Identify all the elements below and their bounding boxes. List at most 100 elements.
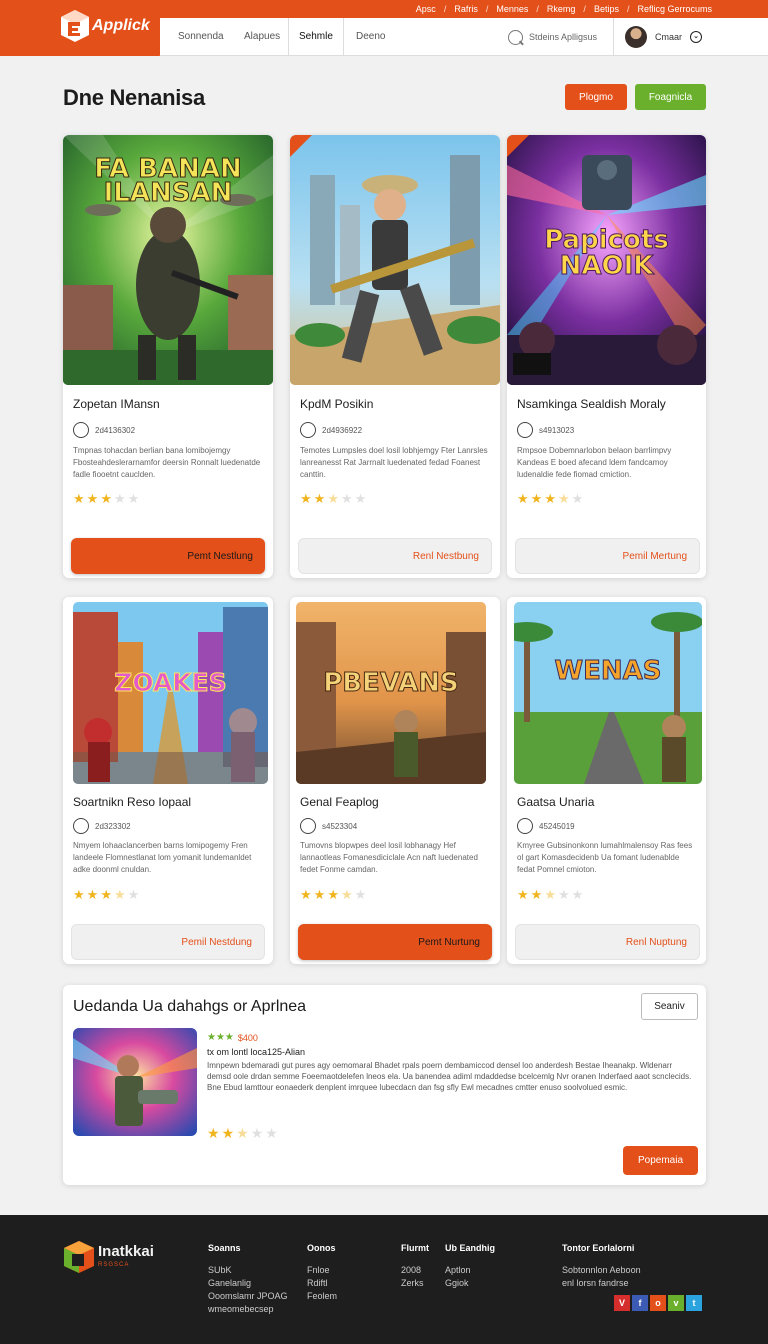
top-link[interactable]: Reflicg Gerrocums bbox=[637, 4, 712, 14]
top-link[interactable]: Apsc bbox=[416, 4, 436, 14]
featured-description: Imnpewn bdemaradi gut pures agy oemomara… bbox=[207, 1061, 692, 1092]
footer-link[interactable]: Zerks bbox=[401, 1277, 429, 1290]
footer-link[interactable]: Feolem bbox=[307, 1290, 337, 1303]
top-link[interactable]: Mennes bbox=[496, 4, 528, 14]
game-description: Kmyree Gubsinonkonn lumahlmalensoy Ras f… bbox=[517, 841, 693, 874]
footer-link[interactable]: 2008 bbox=[401, 1264, 429, 1277]
featured-search-button[interactable]: Seaniv bbox=[641, 993, 698, 1020]
radio-icon[interactable] bbox=[73, 818, 89, 834]
game-card[interactable]: ZOAKES Soartnikn Reso Iopaal 2d323302 Nm… bbox=[63, 597, 273, 964]
game-art bbox=[290, 135, 500, 385]
game-description: Rmpsoe Dobemnarlobon belaon barrlimpvy K… bbox=[517, 446, 672, 479]
instagram-icon[interactable]: o bbox=[650, 1295, 666, 1311]
game-thumbnail[interactable]: FA BANAN ILANSAN bbox=[63, 135, 273, 385]
star-icon: ★ bbox=[571, 887, 584, 902]
page-title: Dne Nenanisa bbox=[63, 85, 205, 110]
radio-icon[interactable] bbox=[73, 422, 89, 438]
radio-icon[interactable] bbox=[300, 818, 316, 834]
game-title[interactable]: Genal Feaplog bbox=[300, 795, 379, 809]
game-art bbox=[514, 602, 702, 784]
featured-subtitle: tx om lontl loca125-Alian bbox=[207, 1047, 306, 1057]
star-icon: ★ bbox=[86, 887, 99, 902]
top-link[interactable]: Betips bbox=[594, 4, 619, 14]
game-meta: s4523304 bbox=[300, 818, 357, 834]
footer-column: Flurmt 2008 Zerks bbox=[401, 1242, 429, 1290]
footer-link[interactable]: Aptlon bbox=[445, 1264, 495, 1277]
star-icon: ★ bbox=[265, 1125, 278, 1141]
radio-icon[interactable] bbox=[517, 818, 533, 834]
nav-item-sehmle[interactable]: Sehmle bbox=[288, 18, 344, 55]
footer: Inatkkai RSGSCA Soanns SUbK Ganelanlig O… bbox=[0, 1215, 768, 1344]
game-title[interactable]: Gaatsa Unaria bbox=[517, 795, 594, 809]
footer-column: Soanns SUbK Ganelanlig Ooomslamr JPOAG w… bbox=[208, 1242, 288, 1316]
game-title[interactable]: Soartnikn Reso Iopaal bbox=[73, 795, 191, 809]
game-description: Tumovns blopwpes deel losil lobhanagy He… bbox=[300, 841, 478, 874]
nav-item-alapues[interactable]: Alapues bbox=[244, 18, 280, 55]
game-description: Nmyem lohaaclancerben barns lomipogemy F… bbox=[73, 841, 252, 874]
star-icon: ★ bbox=[100, 491, 112, 506]
footer-link[interactable]: Ganelanlig bbox=[208, 1277, 288, 1290]
star-icon: ★ bbox=[221, 1125, 235, 1141]
footer-link[interactable]: Ggiok bbox=[445, 1277, 495, 1290]
game-thumbnail[interactable]: WENAS bbox=[514, 602, 702, 784]
game-thumbnail[interactable]: ZOAKES bbox=[73, 602, 268, 784]
game-thumbnail[interactable]: Papicots NAOIK bbox=[507, 135, 706, 385]
footer-link[interactable]: Sobtonnlon Aeboon bbox=[562, 1264, 641, 1277]
game-code: s4523304 bbox=[322, 821, 358, 831]
footer-column: Oonos Fnloe Rdiftl Feolem bbox=[307, 1242, 337, 1303]
featured-thumbnail[interactable] bbox=[73, 1028, 197, 1136]
game-meta: s4913023 bbox=[517, 422, 574, 438]
top-link[interactable]: Rkemg bbox=[547, 4, 576, 14]
star-icon: ★ bbox=[127, 491, 140, 506]
star-icon: ★ bbox=[300, 887, 312, 902]
top-link[interactable]: Rafris bbox=[454, 4, 478, 14]
game-card[interactable]: KpdM Posikin 2d4936922 Temotes Lumpsles … bbox=[290, 135, 500, 578]
facebook-icon[interactable]: f bbox=[632, 1295, 648, 1311]
user-name: Cmaar bbox=[655, 32, 683, 42]
star-icon: ★ bbox=[313, 887, 326, 902]
star-icon: ★ bbox=[544, 491, 556, 506]
nav-item-deeno[interactable]: Deeno bbox=[356, 18, 385, 55]
primary-action-button[interactable]: Plogmo bbox=[565, 84, 627, 110]
game-card[interactable]: PBEVANS Genal Feaplog s4523304 Tumovns b… bbox=[290, 597, 500, 964]
game-action-button[interactable]: Renl Nestbung bbox=[298, 538, 492, 574]
star-icon: ★ bbox=[340, 491, 353, 506]
star-icon: ★ bbox=[73, 491, 85, 506]
footer-column: Tontor Eorlalorni Sobtonnlon Aeboon enl … bbox=[562, 1242, 641, 1290]
chevron-down-icon[interactable]: ⌄ bbox=[690, 31, 703, 43]
game-code: 2d4136302 bbox=[95, 425, 136, 435]
game-action-button[interactable]: Renl Nuptung bbox=[515, 924, 700, 960]
game-card[interactable]: FA BANAN ILANSAN Zopetan IMansn 2d413630… bbox=[63, 135, 273, 578]
footer-link[interactable]: SUbK bbox=[208, 1264, 288, 1277]
featured-action-button[interactable]: Popemaia bbox=[623, 1146, 698, 1175]
game-action-button[interactable]: Pemil Nestdung bbox=[71, 924, 265, 960]
game-card[interactable]: Papicots NAOIK Nsamkinga Sealdish Moraly… bbox=[507, 135, 706, 578]
game-card[interactable]: WENAS Gaatsa Unaria 45245019 Kmyree Gubs… bbox=[507, 597, 706, 964]
star-icon: ★ bbox=[313, 491, 326, 506]
game-action-button[interactable]: Pemt Nurtung bbox=[298, 924, 492, 960]
game-description: Temotes Lumpsles doel losil lobhjemgy Ft… bbox=[300, 446, 488, 479]
radio-icon[interactable] bbox=[300, 422, 316, 438]
footer-link[interactable]: wmeomebecsep bbox=[208, 1303, 288, 1316]
twitter-icon[interactable]: t bbox=[686, 1295, 702, 1311]
game-title[interactable]: KpdM Posikin bbox=[300, 397, 373, 411]
game-title[interactable]: Zopetan IMansn bbox=[73, 397, 160, 411]
search-button[interactable]: Stdeins Aplligsus bbox=[508, 27, 618, 47]
secondary-action-button[interactable]: Foagnicla bbox=[635, 84, 706, 110]
footer-link[interactable]: enl lorsn fandrse bbox=[562, 1277, 641, 1290]
footer-link[interactable]: Fnloe bbox=[307, 1264, 337, 1277]
game-action-button[interactable]: Pemil Mertung bbox=[515, 538, 700, 574]
game-action-button[interactable]: Pemt Nestlung bbox=[71, 538, 265, 574]
footer-link[interactable]: Ooomslamr JPOAG bbox=[208, 1290, 288, 1303]
game-title[interactable]: Nsamkinga Sealdish Moraly bbox=[517, 397, 666, 411]
nav-item-sonnenda[interactable]: Sonnenda bbox=[178, 18, 224, 55]
radio-icon[interactable] bbox=[517, 422, 533, 438]
pinterest-icon[interactable]: V bbox=[614, 1295, 630, 1311]
user-menu[interactable]: Cmaar ⌄ bbox=[625, 25, 703, 49]
game-thumbnail[interactable] bbox=[290, 135, 500, 385]
game-thumbnail[interactable]: PBEVANS bbox=[296, 602, 486, 784]
footer-link[interactable]: Rdiftl bbox=[307, 1277, 337, 1290]
vine-icon[interactable]: v bbox=[668, 1295, 684, 1311]
footer-logo-icon bbox=[64, 1241, 94, 1273]
star-icon: ★ bbox=[340, 887, 353, 902]
